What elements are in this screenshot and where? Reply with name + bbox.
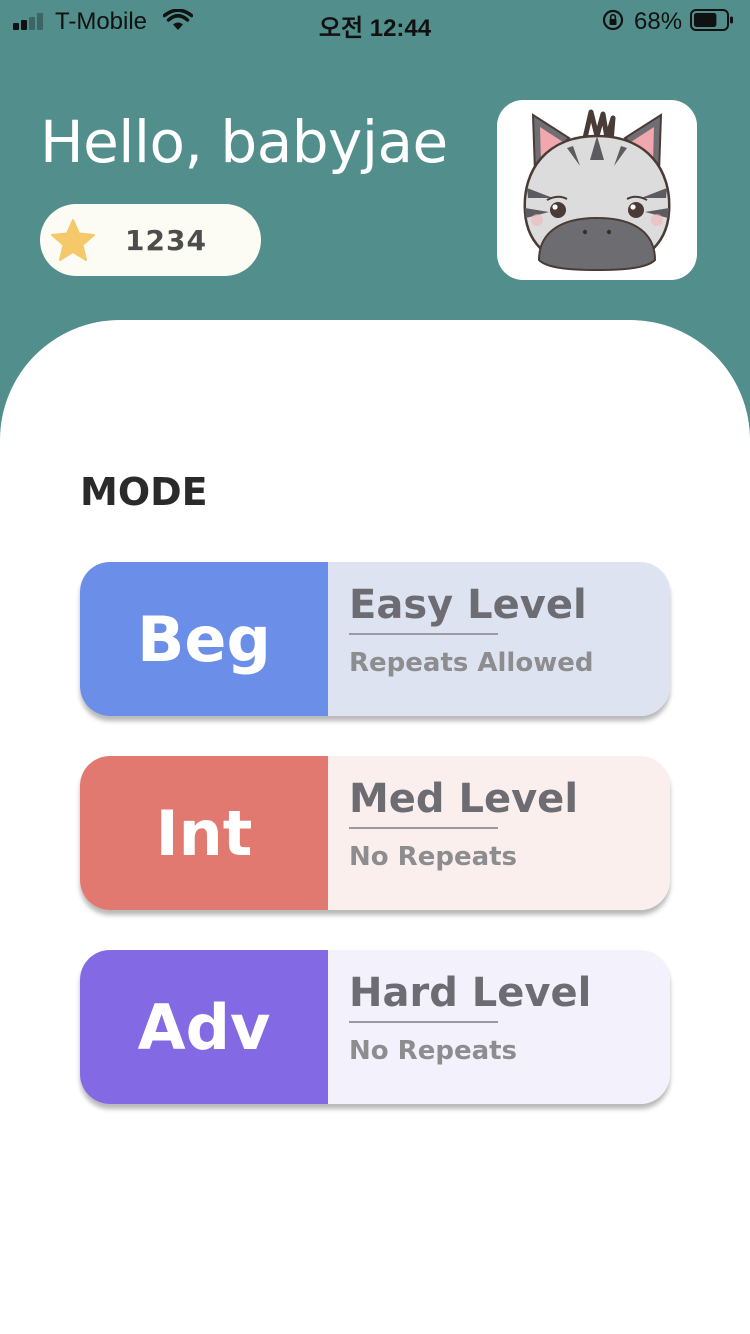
card-title: Hard Level <box>349 970 592 1016</box>
card-subtitle: No Repeats <box>349 842 518 872</box>
card-badge: Int <box>80 756 328 910</box>
star-icon <box>51 219 95 261</box>
mode-heading: MODE <box>80 470 208 514</box>
card-badge: Adv <box>80 950 328 1104</box>
card-body: Med Level No Repeats <box>328 756 670 910</box>
title-underline <box>349 827 498 829</box>
card-badge: Beg <box>80 562 328 716</box>
card-body: Hard Level No Repeats <box>328 950 670 1104</box>
title-underline <box>349 633 498 635</box>
card-subtitle: Repeats Allowed <box>349 648 594 678</box>
score-pill: 1234 <box>40 204 261 276</box>
zebra-avatar-icon <box>523 109 671 272</box>
score-value: 1234 <box>125 224 207 257</box>
avatar[interactable] <box>497 100 697 280</box>
battery-percent: 68% <box>634 8 683 35</box>
greeting-text: Hello, babyjae <box>40 108 448 176</box>
mode-card-advanced[interactable]: Adv Hard Level No Repeats <box>80 950 670 1104</box>
status-bar: T-Mobile 오전 12:44 68% <box>0 0 750 42</box>
mode-card-beginner[interactable]: Beg Easy Level Repeats Allowed <box>80 562 670 716</box>
title-underline <box>349 1021 498 1023</box>
battery-icon <box>690 9 733 31</box>
mode-card-intermediate[interactable]: Int Med Level No Repeats <box>80 756 670 910</box>
rotation-lock-icon <box>602 9 624 31</box>
card-subtitle: No Repeats <box>349 1036 518 1066</box>
card-body: Easy Level Repeats Allowed <box>328 562 670 716</box>
card-title: Easy Level <box>349 582 587 628</box>
card-title: Med Level <box>349 776 579 822</box>
